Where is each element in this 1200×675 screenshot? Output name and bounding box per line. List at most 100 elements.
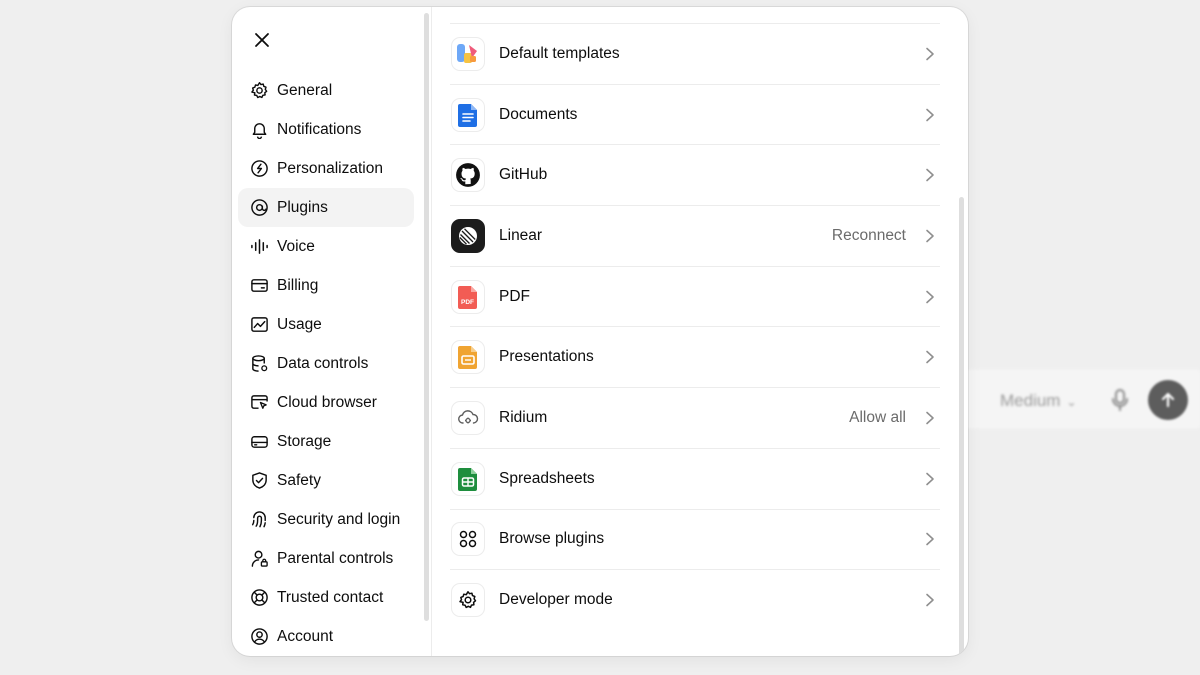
presentations-icon xyxy=(451,340,485,375)
chevron-right-icon xyxy=(922,471,938,487)
github-icon xyxy=(451,158,485,193)
plugin-row-presentations[interactable]: Presentations xyxy=(450,326,940,387)
sidebar-item-label: Safety xyxy=(277,471,321,489)
chevron-right-icon xyxy=(922,107,938,123)
developer-mode-icon xyxy=(451,583,485,618)
plugin-label: GitHub xyxy=(499,166,548,184)
plugin-row-linear[interactable]: Linear Reconnect xyxy=(450,205,940,266)
sidebar-item-parental-controls[interactable]: Parental controls xyxy=(238,539,414,578)
sidebar-item-general[interactable]: General xyxy=(238,71,414,110)
arrow-up-icon xyxy=(1161,392,1175,408)
plugins-list: Default templates Documents GitHub Linea… xyxy=(450,23,940,630)
background-model-label: Medium xyxy=(1000,391,1061,410)
pdf-icon: PDF xyxy=(451,279,485,314)
close-button[interactable] xyxy=(249,27,275,53)
sidebar-item-trusted-contact[interactable]: Trusted contact xyxy=(238,578,414,617)
chevron-right-icon xyxy=(922,228,938,244)
sidebar-item-label: Notifications xyxy=(277,120,362,138)
sidebar-item-usage[interactable]: Usage xyxy=(238,305,414,344)
pdf-icon-text: PDF xyxy=(461,299,474,306)
sidebar-item-voice[interactable]: Voice xyxy=(238,227,414,266)
chevron-right-icon xyxy=(922,410,938,426)
plugins-icon xyxy=(249,198,269,218)
documents-icon xyxy=(451,97,485,132)
bell-icon xyxy=(249,120,269,140)
sidebar-item-security-and-login[interactable]: Security and login xyxy=(238,500,414,539)
plugin-label: Developer mode xyxy=(499,591,613,609)
plugin-label: Browse plugins xyxy=(499,530,605,548)
cloud-browser-icon xyxy=(249,393,269,413)
plugin-label: Ridium xyxy=(499,408,548,426)
sidebar-item-account[interactable]: Account xyxy=(238,617,414,656)
sidebar-item-label: Storage xyxy=(277,432,332,450)
credit-card-icon xyxy=(249,276,269,296)
lifebuoy-icon xyxy=(249,588,269,608)
sidebar-item-billing[interactable]: Billing xyxy=(238,266,414,305)
sidebar-item-label: Billing xyxy=(277,276,319,294)
linear-icon xyxy=(451,218,485,253)
sidebar-item-label: Security and login xyxy=(277,510,401,528)
sidebar-item-label: Parental controls xyxy=(277,549,394,567)
plugin-row-pdf[interactable]: PDF PDF xyxy=(450,265,940,327)
sidebar-scrollbar[interactable] xyxy=(424,13,429,621)
sidebar-item-label: Account xyxy=(277,627,334,645)
close-icon xyxy=(255,33,269,47)
spreadsheets-icon xyxy=(451,461,485,496)
fingerprint-icon xyxy=(249,510,269,530)
plugin-label: Spreadsheets xyxy=(499,469,595,487)
settings-nav: General Notifications Personalization Pl… xyxy=(238,71,414,656)
plugin-label: Documents xyxy=(499,105,578,123)
user-circle-icon xyxy=(249,627,269,647)
plugin-label: PDF xyxy=(499,287,530,305)
sidebar-item-label: Voice xyxy=(277,237,315,255)
chevron-right-icon xyxy=(922,531,938,547)
default-templates-icon xyxy=(451,36,485,71)
plugin-row-spreadsheets[interactable]: Spreadsheets xyxy=(450,447,940,509)
sidebar-item-notifications[interactable]: Notifications xyxy=(238,110,414,149)
plugin-row-github[interactable]: GitHub xyxy=(450,144,940,205)
personalization-icon xyxy=(249,159,269,179)
plugin-row-developer-mode[interactable]: Developer mode xyxy=(450,569,940,630)
allow-all-status[interactable]: Allow all xyxy=(849,409,906,427)
plugin-row-documents[interactable]: Documents xyxy=(450,83,940,145)
sidebar-item-storage[interactable]: Storage xyxy=(238,422,414,461)
shield-check-icon xyxy=(249,471,269,491)
plugin-row-browse-plugins[interactable]: Browse plugins xyxy=(450,508,940,570)
sidebar-item-label: General xyxy=(277,81,333,99)
sidebar-item-safety[interactable]: Safety xyxy=(238,461,414,500)
reconnect-link[interactable]: Reconnect xyxy=(832,227,906,245)
sidebar-item-label: Plugins xyxy=(277,198,328,216)
chevron-right-icon xyxy=(922,46,938,62)
sidebar-item-data-controls[interactable]: Data controls xyxy=(238,344,414,383)
ridium-icon xyxy=(451,400,485,435)
sidebar-item-cloud-browser[interactable]: Cloud browser xyxy=(238,383,414,422)
background-model-selector: Medium ⌄ xyxy=(1000,391,1077,411)
chevron-down-icon: ⌄ xyxy=(1066,395,1077,409)
plugin-label: Linear xyxy=(499,226,543,244)
chevron-right-icon xyxy=(922,349,938,365)
sidebar-item-label: Trusted contact xyxy=(277,588,384,606)
usage-chart-icon xyxy=(249,315,269,335)
parental-controls-icon xyxy=(249,549,269,569)
gear-icon xyxy=(249,81,269,101)
plugin-row-default-templates[interactable]: Default templates xyxy=(450,23,940,84)
chevron-right-icon xyxy=(922,167,938,183)
plugins-scrollbar[interactable] xyxy=(959,197,964,656)
chevron-right-icon xyxy=(922,592,938,608)
plugins-panel: Default templates Documents GitHub Linea… xyxy=(433,7,968,656)
plugin-label: Presentations xyxy=(499,348,594,366)
plugin-label: Default templates xyxy=(499,44,620,62)
sidebar-item-label: Data controls xyxy=(277,354,369,372)
sidebar-item-personalization[interactable]: Personalization xyxy=(238,149,414,188)
sidebar-item-label: Cloud browser xyxy=(277,393,377,411)
send-button xyxy=(1148,380,1188,420)
settings-dialog: General Notifications Personalization Pl… xyxy=(232,7,968,656)
sidebar-item-label: Usage xyxy=(277,315,322,333)
microphone-icon xyxy=(1110,388,1130,412)
voice-waveform-icon xyxy=(249,237,269,257)
storage-drive-icon xyxy=(249,432,269,452)
sidebar-item-label: Personalization xyxy=(277,159,383,177)
plugin-row-ridium[interactable]: Ridium Allow all xyxy=(450,387,940,448)
chevron-right-icon xyxy=(922,289,938,305)
sidebar-item-plugins[interactable]: Plugins xyxy=(238,188,414,227)
